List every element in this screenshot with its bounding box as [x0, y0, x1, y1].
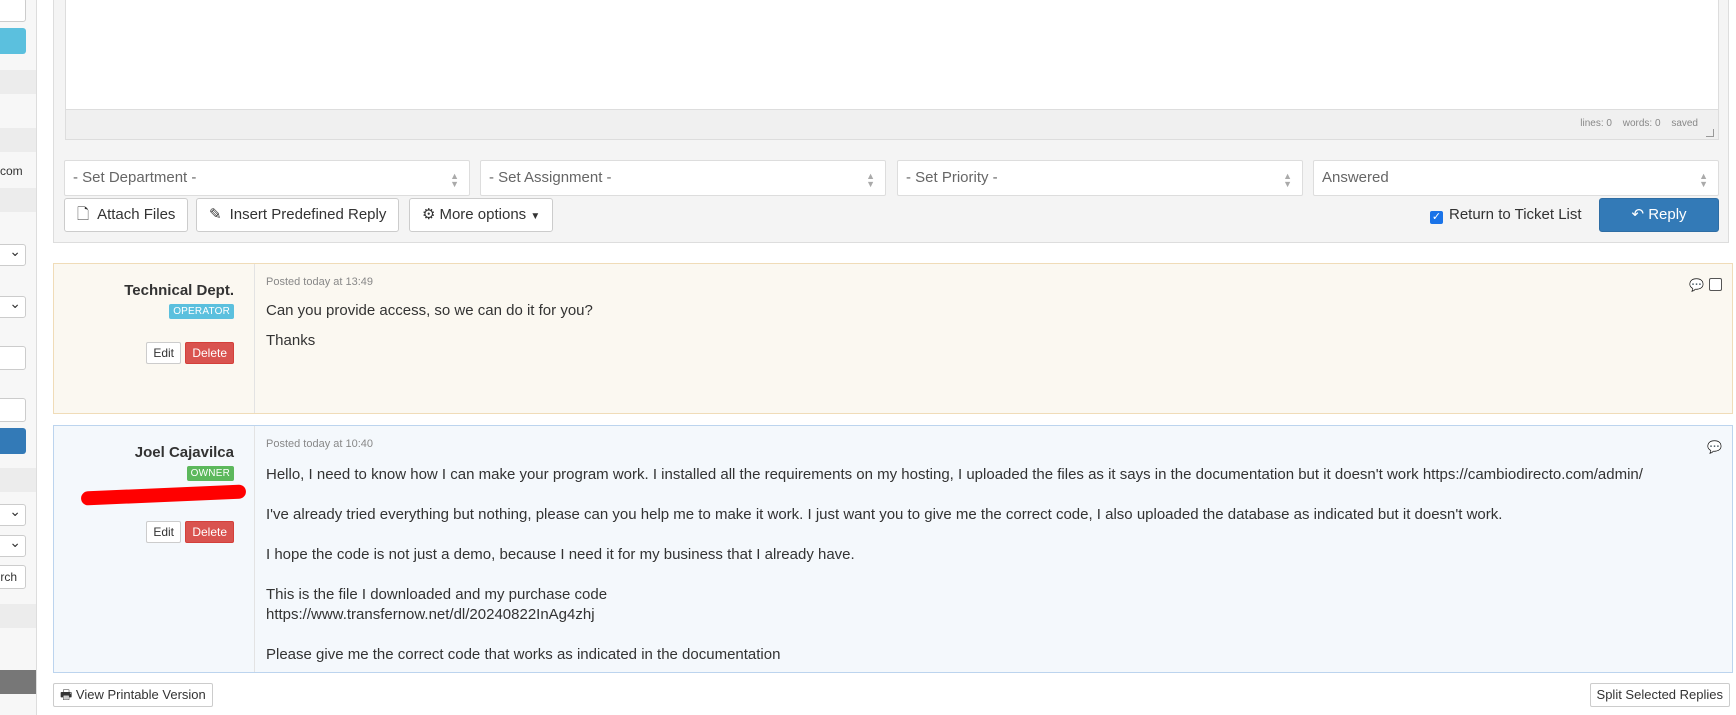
select-arrows-icon: ▲ ▼ [866, 171, 875, 189]
split-selected-replies-button[interactable]: Split Selected Replies [1589, 683, 1730, 707]
reply-button[interactable]: ↶ Reply [1599, 198, 1719, 232]
reply-label: Reply [1648, 206, 1687, 223]
priority-select[interactable]: - Set Priority - ▲ ▼ [897, 160, 1303, 196]
view-printable-version-button[interactable]: 🖶 View Printable Version [53, 683, 213, 707]
sidebar-select[interactable] [0, 243, 26, 266]
comment-icon[interactable]: 💬 [1689, 278, 1704, 292]
pencil-icon: ✎ [209, 206, 222, 223]
sidebar-input[interactable] [0, 398, 26, 422]
select-arrows-icon: ▲ ▼ [1283, 171, 1292, 189]
ticket-reply-owner: Joel Cajavilca OWNER Edit Delete Posted … [53, 425, 1733, 673]
post-link[interactable]: https://cambiodirecto.com/admin/ [1423, 466, 1643, 483]
print-icon: 🖶 [60, 687, 73, 702]
insert-predefined-label: Insert Predefined Reply [229, 206, 387, 223]
post-author-panel: Joel Cajavilca OWNER Edit Delete [54, 426, 255, 672]
sidebar-select[interactable] [0, 295, 26, 318]
post-message-line: I hope the code is not just a demo, beca… [266, 546, 855, 563]
return-to-list-label: Return to Ticket List [1449, 206, 1582, 223]
sidebar-dark-item[interactable] [0, 670, 36, 694]
post-link[interactable]: https://www.transfernow.net/dl/20240822I… [266, 606, 595, 623]
edit-post-button[interactable]: Edit [146, 521, 181, 543]
post-body: Posted today at 13:49 Can you provide ac… [266, 264, 1732, 413]
redaction-mark [80, 484, 247, 506]
post-author-panel: Technical Dept. OPERATOR Edit Delete [54, 264, 255, 413]
sidebar-section-header [0, 128, 36, 152]
delete-post-button[interactable]: Delete [185, 342, 234, 364]
sidebar-section-header [0, 70, 36, 94]
comment-icon[interactable]: 💬 [1707, 440, 1722, 454]
sidebar-button-blue[interactable] [0, 428, 26, 454]
post-timestamp: Posted today at 13:49 [266, 276, 374, 288]
editor-lines-count: lines: 0 [1580, 118, 1612, 129]
post-message-line: I've already tried everything but nothin… [266, 506, 1503, 523]
editor-words-count: words: 0 [1622, 118, 1661, 129]
post-message-line: Can you provide access, so we can do it … [266, 302, 593, 319]
select-arrows-icon: ▲ ▼ [450, 171, 459, 189]
printable-label: View Printable Version [75, 687, 206, 702]
sidebar-search-button[interactable]: rch [0, 565, 26, 589]
ticket-reply-operator: Technical Dept. OPERATOR Edit Delete Pos… [53, 263, 1733, 414]
sidebar-section-header [0, 468, 36, 492]
sidebar: com rch [0, 0, 37, 715]
operator-badge: OPERATOR [169, 304, 234, 319]
post-message-line: This is the file I downloaded and my pur… [266, 586, 608, 603]
attach-files-label: Attach Files [97, 206, 176, 223]
gear-icon: ⚙ [422, 206, 436, 223]
post-body: Posted today at 10:40 Hello, I need to k… [266, 426, 1732, 672]
file-icon: 🗋 [77, 206, 90, 223]
more-options-label: More options [439, 206, 527, 223]
edit-post-button[interactable]: Edit [146, 342, 181, 364]
status-select-value: Answered [1322, 169, 1389, 186]
post-timestamp: Posted today at 10:40 [266, 438, 374, 450]
attach-files-button[interactable]: 🗋 Attach Files [64, 198, 189, 232]
more-options-button[interactable]: ⚙ More options ▼ [409, 198, 554, 232]
priority-select-value: - Set Priority - [906, 169, 998, 186]
assignment-select-value: - Set Assignment - [489, 169, 612, 186]
post-author-name: Joel Cajavilca [134, 444, 234, 461]
editor-saved-status: saved [1671, 118, 1698, 129]
owner-badge: OWNER [186, 466, 234, 481]
post-message-line: Hello, I need to know how I can make you… [266, 466, 1643, 483]
sidebar-section-header [0, 604, 36, 628]
sidebar-button-cyan[interactable] [0, 28, 26, 54]
sidebar-text-partial: com [0, 164, 23, 178]
reply-editor[interactable] [65, 0, 1719, 110]
return-to-ticket-list-option[interactable]: ✓ Return to Ticket List [1430, 206, 1582, 224]
resize-grip-icon[interactable] [1706, 129, 1714, 137]
post-author-name: Technical Dept. [124, 282, 234, 299]
post-text: Hello, I need to know how I can make you… [266, 466, 1419, 483]
post-message-line: Thanks [266, 332, 316, 349]
sidebar-input[interactable] [0, 0, 26, 22]
select-arrows-icon: ▲ ▼ [1699, 171, 1708, 189]
sidebar-section-header [0, 188, 36, 212]
sidebar-select[interactable] [0, 503, 26, 526]
department-select-value: - Set Department - [73, 169, 197, 186]
delete-post-button[interactable]: Delete [185, 521, 234, 543]
status-select[interactable]: Answered ▲ ▼ [1313, 160, 1719, 196]
post-message-line: Please give me the correct code that wor… [266, 646, 781, 663]
editor-status-bar: lines: 0 words: 0 saved [65, 110, 1719, 140]
department-select[interactable]: - Set Department - ▲ ▼ [64, 160, 470, 196]
return-to-list-checkbox[interactable]: ✓ [1430, 211, 1443, 224]
sidebar-input[interactable] [0, 346, 26, 370]
insert-predefined-reply-button[interactable]: ✎ Insert Predefined Reply [196, 198, 400, 232]
sidebar-select[interactable] [0, 534, 26, 557]
select-reply-checkbox[interactable] [1709, 278, 1722, 291]
assignment-select[interactable]: - Set Assignment - ▲ ▼ [480, 160, 886, 196]
caret-down-icon: ▼ [530, 211, 541, 222]
reply-icon: ↶ [1631, 206, 1645, 223]
